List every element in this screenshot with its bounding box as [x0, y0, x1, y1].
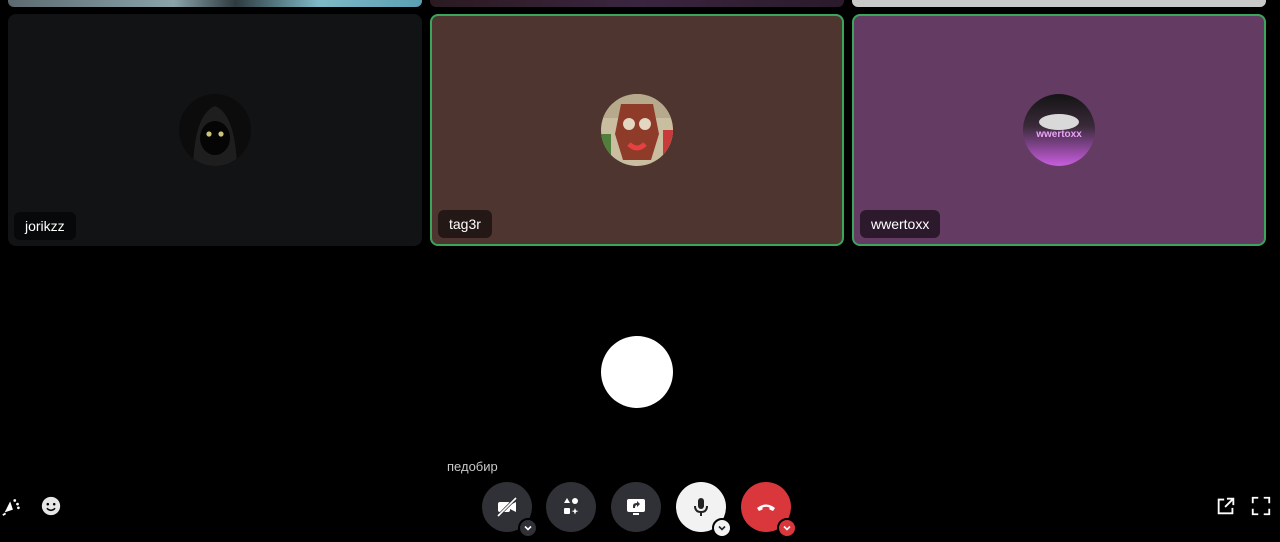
- focused-user-caption: педобир: [447, 459, 498, 474]
- soundboard-icon[interactable]: [0, 494, 24, 518]
- disconnect-button[interactable]: [741, 482, 797, 538]
- participant-tile-wwertoxx[interactable]: wwertoxx wwertoxx: [852, 14, 1266, 246]
- camera-toggle-button[interactable]: [482, 482, 538, 538]
- tile-top-strip-middle: [430, 0, 844, 7]
- activities-icon: [564, 498, 579, 515]
- participant-name-tag: tag3r: [438, 210, 492, 238]
- art-avatar-icon: [601, 94, 673, 166]
- emoji-icon[interactable]: [39, 494, 63, 518]
- camera-options-chevron[interactable]: [518, 518, 538, 538]
- screen-share-button[interactable]: [611, 482, 661, 532]
- screen-share-icon: [627, 499, 645, 515]
- avatar-logo-text: wwertoxx: [1035, 129, 1082, 140]
- disconnect-options-chevron[interactable]: [777, 518, 797, 538]
- phone-hangup-icon: [757, 504, 775, 511]
- tile-top-strip-right: [852, 0, 1266, 7]
- participant-name-tag: wwertoxx: [860, 210, 941, 238]
- chevron-down-icon: [783, 525, 791, 531]
- chevron-down-icon: [718, 525, 726, 531]
- microphone-icon: [694, 498, 708, 516]
- microphone-options-chevron[interactable]: [712, 518, 732, 538]
- pop-out-icon: [1217, 497, 1235, 515]
- camera-off-icon: [496, 496, 518, 518]
- chevron-down-icon: [524, 525, 532, 531]
- fullscreen-button[interactable]: [1249, 494, 1273, 518]
- tile-top-strip-left: [8, 0, 422, 7]
- logo-avatar-icon: wwertoxx: [1023, 94, 1095, 166]
- microphone-toggle-button[interactable]: [676, 482, 732, 538]
- fullscreen-icon: [1251, 496, 1271, 516]
- participant-tile-tag3r[interactable]: tag3r: [430, 14, 844, 246]
- pop-out-button[interactable]: [1214, 494, 1238, 518]
- focused-user-avatar[interactable]: [601, 336, 673, 408]
- participant-name-tag: jorikzz: [14, 212, 76, 240]
- black-cat-hood-avatar-icon: [179, 94, 251, 166]
- activities-button[interactable]: [546, 482, 596, 532]
- participant-tile-jorikzz[interactable]: jorikzz: [8, 14, 422, 246]
